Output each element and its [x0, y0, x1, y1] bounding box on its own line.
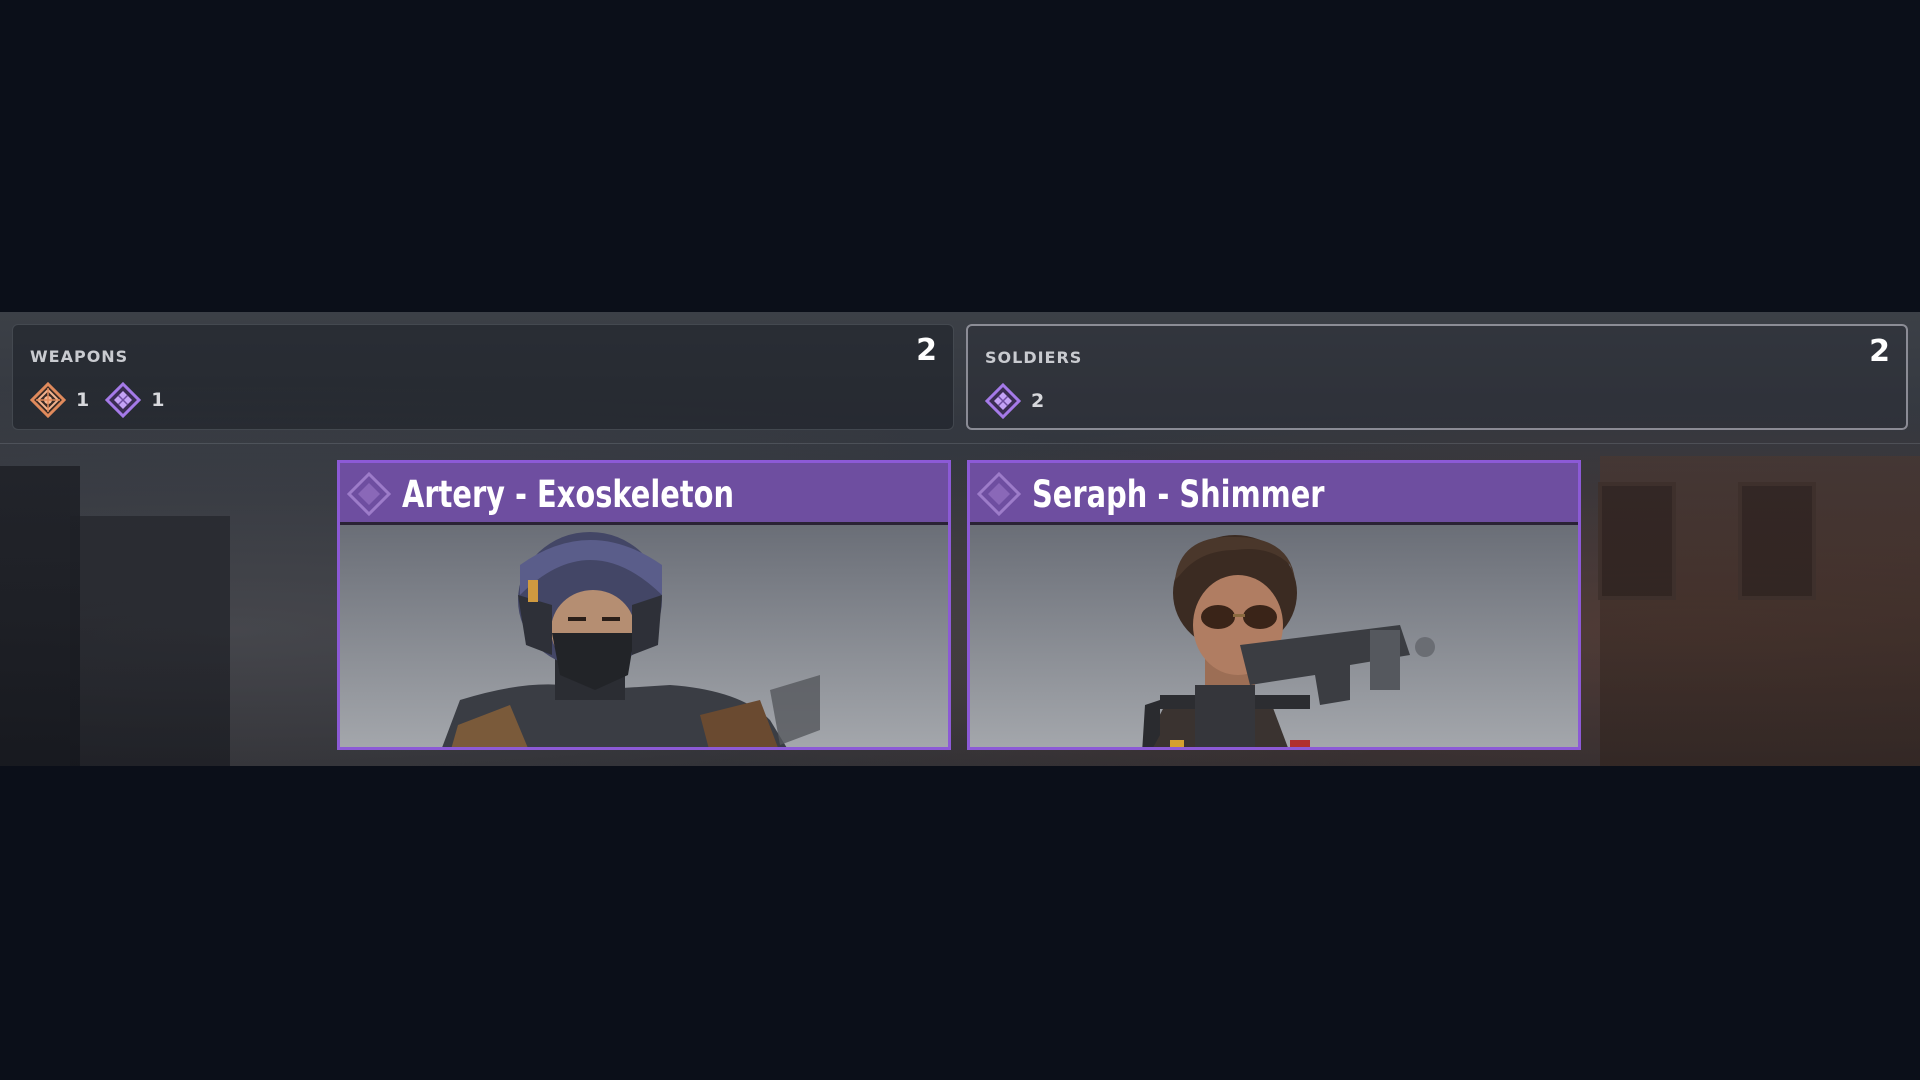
weapons-rarity-row: 1 1 — [30, 382, 180, 418]
soldier-portrait-image — [970, 525, 1578, 747]
card-title: Seraph - Shimmer — [1032, 473, 1325, 516]
epic-rarity-icon — [976, 471, 1022, 517]
card-header: Seraph - Shimmer — [970, 463, 1578, 525]
weapons-summary-title: WEAPONS — [30, 347, 129, 366]
soldiers-summary-title: SOLDIERS — [985, 348, 1083, 367]
soldiers-rarity-row: 2 — [985, 383, 1060, 419]
reward-card-seraph[interactable]: Seraph - Shimmer — [967, 460, 1581, 750]
divider — [0, 443, 1920, 444]
soldier-portrait-image — [340, 525, 948, 747]
background-window — [1738, 482, 1816, 600]
background-window — [1598, 482, 1676, 600]
weapons-legendary-count: 1 — [76, 389, 90, 411]
epic-rarity-icon — [985, 383, 1021, 419]
reward-card-artery[interactable]: Artery - Exoskeleton — [337, 460, 951, 750]
weapons-epic-count: 1 — [151, 389, 165, 411]
epic-rarity-icon — [346, 471, 392, 517]
background-building — [70, 516, 230, 766]
soldiers-summary-total: 2 — [1869, 334, 1890, 369]
weapons-summary-total: 2 — [916, 333, 937, 368]
weapons-epic-rarity: 1 — [105, 382, 164, 418]
soldiers-epic-count: 2 — [1031, 390, 1045, 412]
reward-strip: WEAPONS 2 1 1 SOLDIERS 2 2 Artery - Exos… — [0, 312, 1920, 766]
card-header: Artery - Exoskeleton — [340, 463, 948, 525]
soldiers-epic-rarity: 2 — [985, 383, 1044, 419]
background-building — [0, 466, 80, 766]
weapons-summary-panel[interactable]: WEAPONS 2 1 1 — [12, 324, 954, 430]
epic-rarity-icon — [105, 382, 142, 418]
card-title: Artery - Exoskeleton — [402, 473, 735, 516]
weapons-legendary-rarity: 1 — [30, 382, 89, 418]
soldiers-summary-panel[interactable]: SOLDIERS 2 2 — [966, 324, 1908, 430]
legendary-rarity-icon — [30, 382, 66, 418]
